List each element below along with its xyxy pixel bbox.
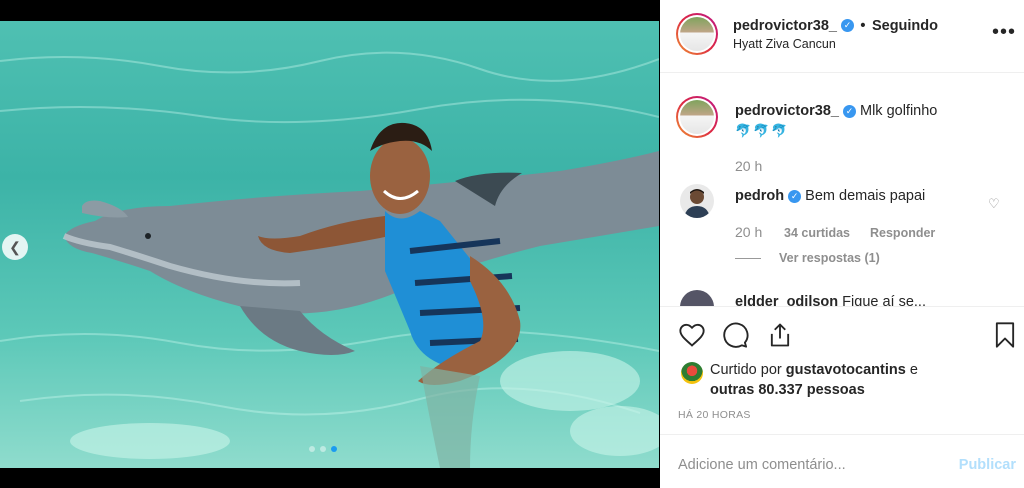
header-user-line: pedrovictor38_ ✓ • Seguindo bbox=[733, 17, 938, 35]
publish-button[interactable]: Publicar bbox=[959, 457, 1016, 473]
verified-badge-icon: ✓ bbox=[788, 189, 802, 203]
caption-time[interactable]: 20 h bbox=[735, 158, 762, 174]
carousel-dot bbox=[320, 446, 326, 452]
verified-badge-icon: ✓ bbox=[840, 19, 854, 33]
caption-text: Mlk golfinho bbox=[860, 103, 938, 119]
carousel-dot-active bbox=[331, 446, 337, 452]
save-bookmark-icon[interactable] bbox=[992, 321, 1018, 349]
comment-text: Fique aí se... bbox=[842, 294, 926, 306]
liked-by-avatar[interactable] bbox=[681, 362, 703, 384]
replies-divider bbox=[735, 258, 761, 259]
author-username[interactable]: pedrovictor38_ bbox=[733, 18, 837, 34]
previous-photo-button[interactable]: ❮ bbox=[2, 234, 28, 260]
comment-username[interactable]: eldder_odilson bbox=[735, 294, 838, 306]
post-actions: Curtido por gustavotocantins e outras 80… bbox=[660, 306, 1024, 434]
chevron-left-icon: ❮ bbox=[9, 238, 21, 255]
separator-dot: • bbox=[860, 18, 866, 34]
reply-button[interactable]: Responder bbox=[870, 226, 935, 240]
share-upload-icon[interactable] bbox=[766, 321, 794, 349]
commenter-avatar[interactable] bbox=[680, 290, 714, 306]
likes-count-button[interactable]: outras 80.337 pessoas bbox=[710, 382, 865, 398]
author-avatar[interactable] bbox=[676, 13, 718, 55]
comments-list[interactable]: pedrovictor38_ ✓ Mlk golfinho 🐬 🐬 🐬 20 h pe… bbox=[660, 74, 1024, 306]
likes-summary: Curtido por gustavotocantins e outras 80… bbox=[710, 360, 918, 400]
comment-text: Bem demais papai bbox=[805, 188, 926, 204]
comment-bubble-icon[interactable] bbox=[721, 321, 749, 349]
comment-likes[interactable]: 34 curtidas bbox=[784, 226, 850, 240]
comment: eldder_odilson Fique aí se... bbox=[735, 294, 926, 306]
caption-username[interactable]: pedrovictor38_ bbox=[735, 103, 839, 119]
more-options-icon[interactable]: ••• bbox=[992, 21, 1016, 44]
verified-badge-icon: ✓ bbox=[842, 104, 856, 118]
post-time-ago[interactable]: HÁ 20 HORAS bbox=[678, 409, 751, 421]
post-header: pedrovictor38_ ✓ • Seguindo Hyatt Ziva Ca… bbox=[660, 0, 1024, 73]
liked-by-prefix: Curtido por bbox=[710, 362, 782, 378]
post-side-panel: pedrovictor38_ ✓ • Seguindo Hyatt Ziva Ca… bbox=[660, 0, 1024, 488]
dolphin-emoji: 🐬 bbox=[753, 123, 770, 138]
liked-by-suffix: e bbox=[909, 362, 918, 378]
comment-time[interactable]: 20 h bbox=[735, 224, 762, 240]
post-location[interactable]: Hyatt Ziva Cancun bbox=[733, 37, 836, 51]
caption-avatar[interactable] bbox=[676, 96, 718, 138]
comment-username[interactable]: pedroh bbox=[735, 188, 784, 204]
view-replies-button[interactable]: Ver respostas (1) bbox=[779, 251, 880, 265]
like-heart-icon[interactable] bbox=[678, 321, 706, 349]
comment: pedroh ✓ Bem demais papai bbox=[735, 188, 925, 204]
carousel-dot bbox=[309, 446, 315, 452]
liked-by-username[interactable]: gustavotocantins bbox=[786, 362, 906, 378]
carousel-dots bbox=[309, 446, 337, 452]
caption: pedrovictor38_ ✓ Mlk golfinho 🐬 🐬 🐬 bbox=[735, 101, 995, 141]
like-comment-heart-icon[interactable]: ♡ bbox=[988, 196, 1000, 212]
add-comment-bar: Adicione um comentário... Publicar bbox=[660, 434, 1024, 488]
dolphin-emoji: 🐬 bbox=[771, 123, 788, 138]
commenter-avatar[interactable] bbox=[680, 184, 714, 218]
dolphin-emoji: 🐬 bbox=[735, 123, 752, 138]
post-photo[interactable]: ❮ bbox=[0, 21, 659, 468]
dolphin-photo-illustration bbox=[0, 51, 659, 468]
comment-input[interactable]: Adicione um comentário... bbox=[678, 457, 846, 473]
follow-status-button[interactable]: Seguindo bbox=[872, 18, 938, 34]
